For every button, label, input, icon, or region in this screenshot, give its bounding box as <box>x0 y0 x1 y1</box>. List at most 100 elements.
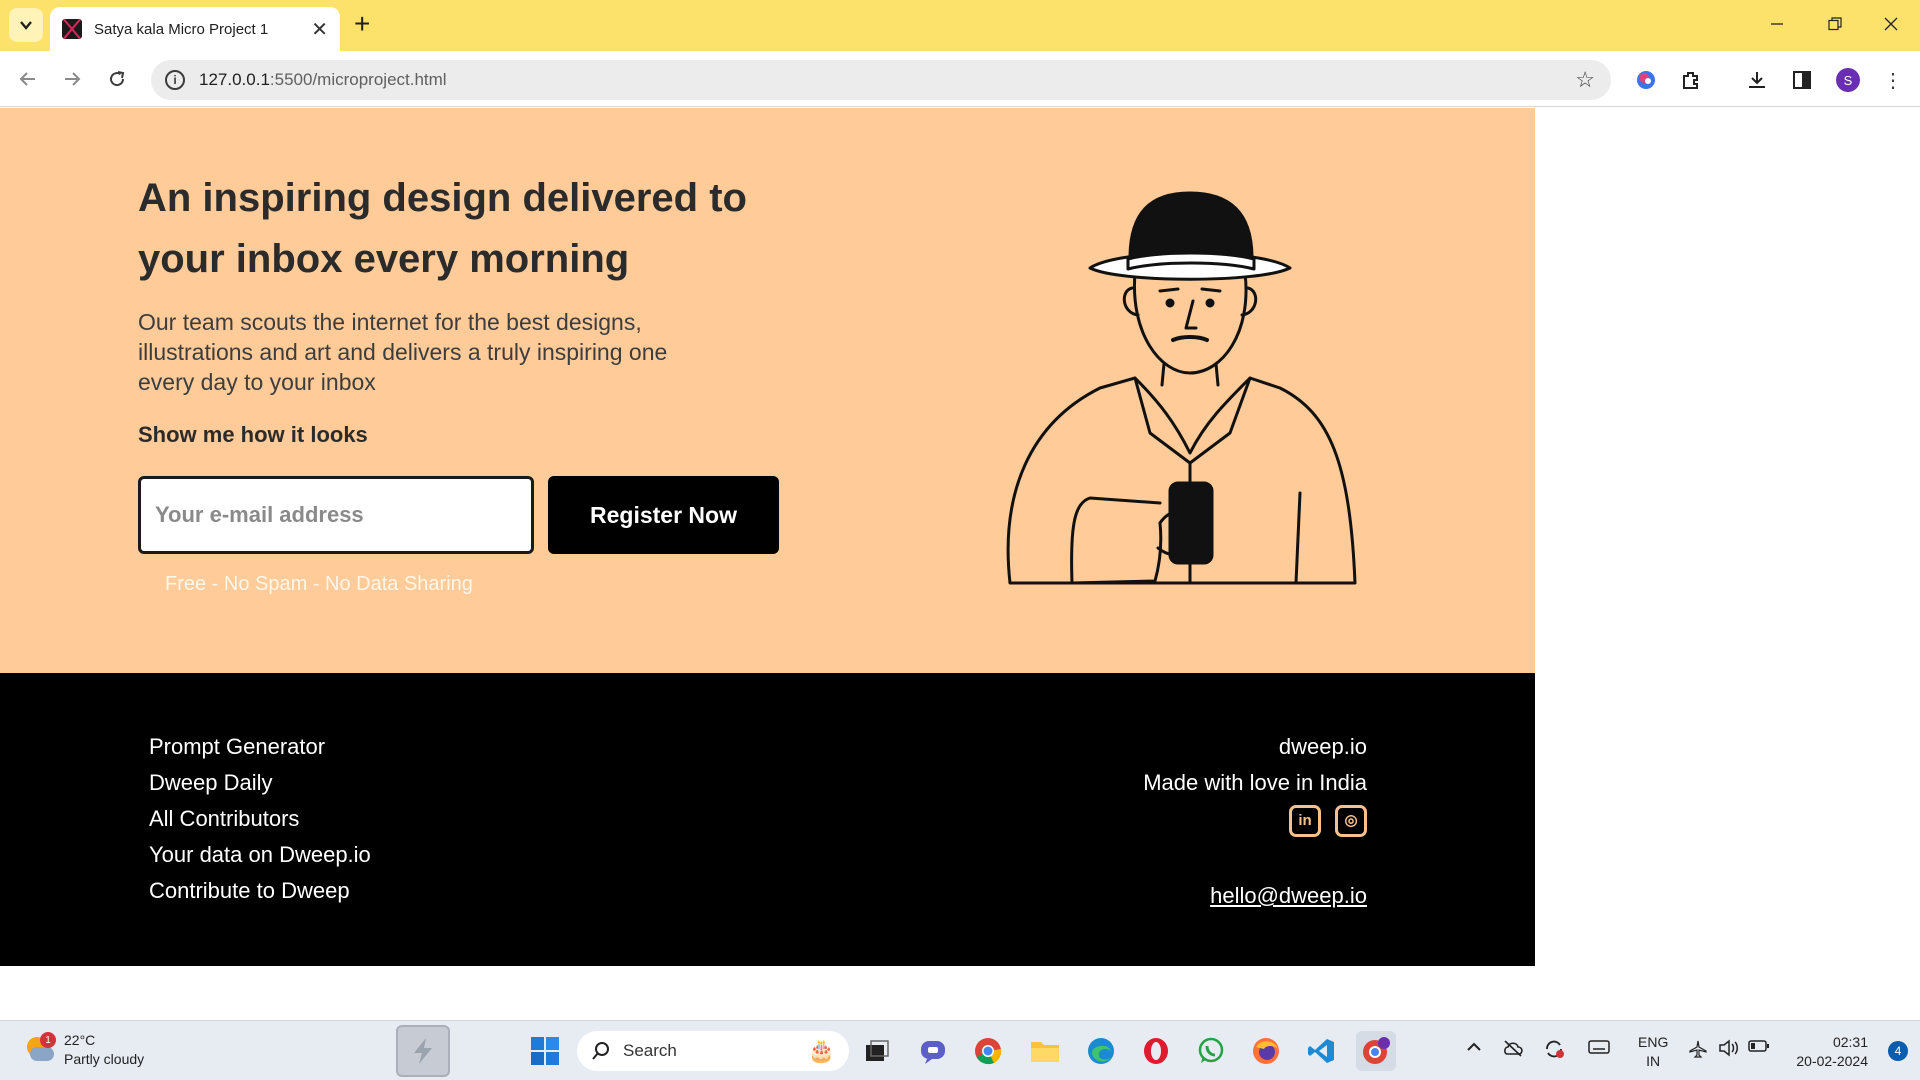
chrome-profile-taskbar-button[interactable] <box>1356 1031 1396 1071</box>
extension-icon[interactable] <box>1631 65 1661 95</box>
volume-icon[interactable] <box>1718 1039 1740 1062</box>
tab-search-button[interactable] <box>9 8 43 42</box>
hero-lead: Our team scouts the internet for the bes… <box>138 309 668 395</box>
forward-button[interactable] <box>56 63 88 95</box>
footer-brand: dweep.io <box>1278 734 1367 759</box>
weather-temperature: 22°C <box>64 1032 96 1048</box>
new-tab-button[interactable]: + <box>354 9 370 39</box>
edge-taskbar-button[interactable] <box>1081 1031 1121 1071</box>
footer-email-link[interactable]: hello@dweep.io <box>1210 883 1367 909</box>
url-text[interactable]: 127.0.0.1:5500/microproject.html <box>199 70 447 90</box>
weather-widget[interactable]: 1 22°C Partly cloudy <box>24 1031 144 1069</box>
battery-icon[interactable] <box>1748 1039 1770 1058</box>
footer-tagline: Made with love in India <box>1143 770 1367 795</box>
vscode-icon <box>1308 1039 1334 1063</box>
page: An inspiring design delivered to your in… <box>0 108 1535 966</box>
instagram-icon[interactable]: ◎ <box>1335 805 1367 837</box>
vscode-taskbar-button[interactable] <box>1301 1031 1341 1071</box>
weather-badge: 1 <box>40 1032 56 1048</box>
hero-headline: An inspiring design delivered to your in… <box>138 176 747 281</box>
input-language-code: ENG <box>1638 1034 1669 1050</box>
restore-button[interactable] <box>1806 0 1864 48</box>
cloud-offline-icon <box>1504 1040 1523 1057</box>
extensions-puzzle-icon[interactable] <box>1676 65 1706 95</box>
airplane-mode-icon[interactable] <box>1688 1039 1708 1064</box>
footer-link-all-contributors[interactable]: All Contributors <box>149 801 371 837</box>
chrome-icon <box>975 1038 1002 1065</box>
footer-link-your-data[interactable]: Your data on Dweep.io <box>149 837 371 873</box>
chevron-up-icon <box>1467 1042 1481 1051</box>
menu-kebab-icon[interactable]: ⋮ <box>1878 65 1908 95</box>
firefox-icon <box>1253 1038 1279 1064</box>
reload-icon <box>110 71 125 87</box>
address-bar[interactable]: i 127.0.0.1:5500/microproject.html ☆ <box>151 60 1611 100</box>
sync-icon <box>1546 1040 1564 1058</box>
restore-icon <box>1828 17 1842 31</box>
email-field[interactable] <box>138 476 534 554</box>
notification-badge[interactable]: 4 <box>1888 1041 1908 1061</box>
chrome-taskbar-button[interactable] <box>968 1031 1008 1071</box>
browser-toolbar: i 127.0.0.1:5500/microproject.html ☆ S ⋮ <box>0 51 1920 107</box>
chat-icon <box>921 1041 945 1064</box>
opera-taskbar-button[interactable] <box>1136 1031 1176 1071</box>
puzzle-icon <box>1683 72 1698 89</box>
file-explorer-button[interactable] <box>1025 1031 1065 1071</box>
firefox-taskbar-button[interactable] <box>1246 1031 1286 1071</box>
taskbar-search[interactable]: Search 🎂 <box>577 1031 849 1071</box>
site-favicon-icon <box>62 19 82 39</box>
show-me-label: Show me how it looks <box>138 422 368 447</box>
tab-close-icon[interactable]: ✕ <box>311 17 328 42</box>
site-info-icon[interactable]: i <box>165 70 185 90</box>
tab-title: Satya kala Micro Project 1 <box>94 20 269 38</box>
active-tab[interactable]: Satya kala Micro Project 1 ✕ <box>50 7 340 51</box>
system-clock[interactable]: 02:31 20-02-2024 <box>1796 1033 1868 1071</box>
profile-avatar: S <box>1836 68 1860 92</box>
downloads-icon[interactable] <box>1742 65 1772 95</box>
profile-button[interactable]: S <box>1833 65 1863 95</box>
taskbar-app-pinned[interactable] <box>396 1025 450 1077</box>
side-panel-icon[interactable] <box>1787 65 1817 95</box>
teams-chat-button[interactable] <box>913 1031 953 1071</box>
show-hidden-icons[interactable] <box>1466 1039 1482 1060</box>
input-language-region: IN <box>1646 1053 1661 1069</box>
cake-icon: 🎂 <box>807 1038 835 1063</box>
task-view-icon <box>866 1040 889 1061</box>
clock-time: 02:31 <box>1832 1034 1868 1050</box>
arrow-right-icon <box>65 72 81 86</box>
man-with-phone-illustration <box>1006 191 1357 585</box>
reload-button[interactable] <box>101 63 133 95</box>
input-language[interactable]: ENG IN <box>1638 1033 1668 1071</box>
clock-date: 20-02-2024 <box>1796 1053 1868 1069</box>
url-host: 127.0.0.1 <box>199 70 270 89</box>
battery-status-icon <box>1748 1040 1769 1052</box>
airplane-icon <box>1689 1040 1707 1058</box>
arrow-left-icon <box>19 72 35 86</box>
onedrive-status-icon[interactable] <box>1502 1039 1524 1062</box>
sync-status-icon[interactable] <box>1543 1039 1565 1064</box>
no-spam-note: Free - No Spam - No Data Sharing <box>165 573 473 595</box>
minimize-button[interactable] <box>1748 0 1806 48</box>
footer-link-contribute[interactable]: Contribute to Dweep <box>149 873 371 909</box>
tab-strip: Satya kala Micro Project 1 ✕ + <box>0 0 1920 51</box>
keyboard-icon[interactable] <box>1588 1039 1610 1060</box>
taskbar: 1 22°C Partly cloudy Search 🎂 ENG IN 02:… <box>0 1020 1920 1080</box>
whatsapp-icon <box>1198 1037 1224 1063</box>
back-button[interactable] <box>12 63 44 95</box>
close-window-button[interactable] <box>1862 0 1920 48</box>
hero-section: An inspiring design delivered to your in… <box>0 108 1535 673</box>
start-button[interactable] <box>525 1031 565 1071</box>
task-view-button[interactable] <box>857 1031 897 1071</box>
register-button[interactable]: Register Now <box>548 476 779 554</box>
linkedin-icon[interactable]: in <box>1289 805 1321 837</box>
chrome-profile-icon <box>1363 1037 1390 1064</box>
weather-condition: Partly cloudy <box>64 1051 145 1067</box>
windows-logo-icon <box>531 1037 559 1065</box>
bookmark-star-icon[interactable]: ☆ <box>1575 67 1595 93</box>
whatsapp-taskbar-button[interactable] <box>1191 1031 1231 1071</box>
footer-link-prompt-generator[interactable]: Prompt Generator <box>149 729 371 765</box>
footer-link-dweep-daily[interactable]: Dweep Daily <box>149 765 371 801</box>
footer-brand-block: dweep.io Made with love in India in ◎ <box>1143 729 1367 837</box>
close-icon <box>1884 17 1898 31</box>
speaker-icon <box>1719 1039 1738 1057</box>
color-orb-icon <box>1637 71 1655 89</box>
